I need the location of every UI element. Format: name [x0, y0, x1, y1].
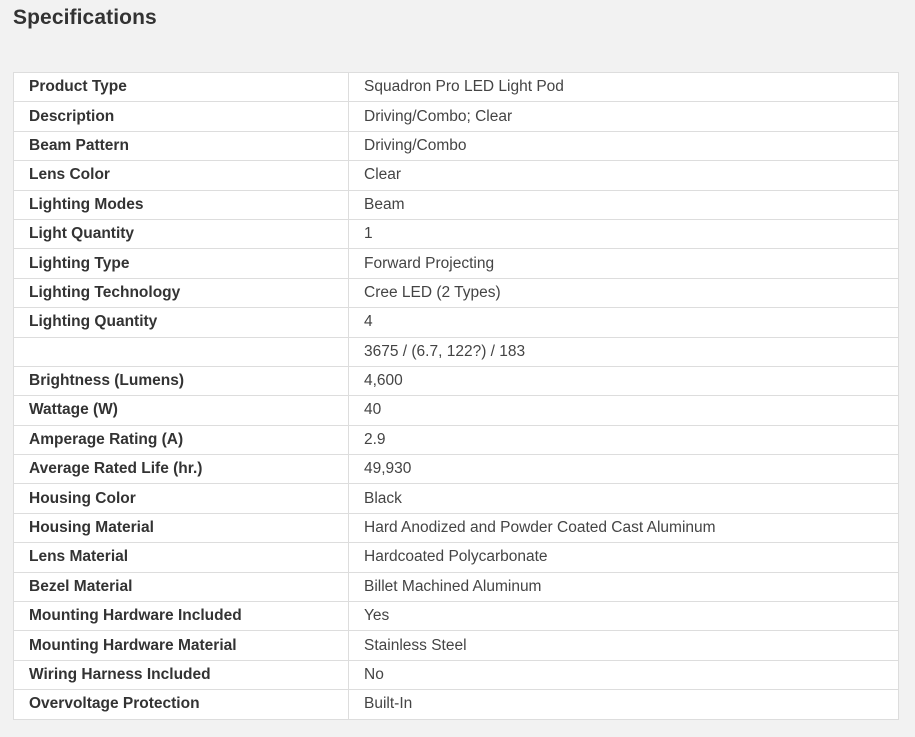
spec-value: Yes: [348, 601, 899, 632]
spec-value: Cree LED (2 Types): [348, 277, 899, 309]
spec-value: 4: [348, 307, 899, 338]
table-row: Light Quantity 1: [13, 218, 899, 250]
spec-label: Light Quantity: [13, 218, 349, 250]
spec-label: Amperage Rating (A): [13, 424, 349, 456]
table-row: Housing Material Hard Anodized and Powder…: [13, 512, 899, 544]
spec-label: Lighting Technology: [13, 277, 349, 309]
spec-value: 4,600: [348, 365, 899, 397]
spec-value: Forward Projecting: [348, 248, 899, 279]
table-row: Mounting Hardware Included Yes: [13, 601, 899, 632]
spec-label: Wattage (W): [13, 395, 349, 426]
spec-value: Driving/Combo: [348, 130, 899, 162]
spec-label: Lighting Quantity: [13, 307, 349, 338]
spec-label: Lighting Type: [13, 248, 349, 279]
table-row: Beam Pattern Driving/Combo: [13, 130, 899, 162]
table-row: Bezel Material Billet Machined Aluminum: [13, 571, 899, 603]
spec-value: Hard Anodized and Powder Coated Cast Alu…: [348, 512, 899, 544]
table-row: Overvoltage Protection Built-In: [13, 689, 899, 720]
spec-value: Black: [348, 483, 899, 514]
table-row: Lighting Type Forward Projecting: [13, 248, 899, 279]
spec-value: Stainless Steel: [348, 630, 899, 661]
spec-label: Bezel Material: [13, 571, 349, 603]
spec-value: No: [348, 659, 899, 691]
table-row: Lighting Modes Beam: [13, 189, 899, 220]
spec-value: Built-In: [348, 689, 899, 720]
spec-label: Mounting Hardware Material: [13, 630, 349, 661]
spec-label: Wiring Harness Included: [13, 659, 349, 691]
spec-label: Beam Pattern: [13, 130, 349, 162]
spec-label: [13, 336, 349, 367]
spec-value: Beam: [348, 189, 899, 220]
spec-label: Product Type: [13, 71, 349, 103]
table-row: Wattage (W) 40: [13, 395, 899, 426]
spec-value: Billet Machined Aluminum: [348, 571, 899, 603]
table-row: Brightness (Lumens) 4,600: [13, 365, 899, 397]
specifications-table: Product Type Squadron Pro LED Light Pod D…: [13, 71, 899, 720]
page-title: Specifications: [13, 6, 157, 29]
specifications-page: Specifications Product Type Squadron Pro …: [0, 0, 915, 737]
spec-label: Brightness (Lumens): [13, 365, 349, 397]
spec-value: Squadron Pro LED Light Pod: [348, 71, 899, 103]
spec-label: Housing Color: [13, 483, 349, 514]
spec-value: Clear: [348, 160, 899, 191]
table-row: Housing Color Black: [13, 483, 899, 514]
spec-label: Mounting Hardware Included: [13, 601, 349, 632]
spec-value: 40: [348, 395, 899, 426]
spec-label: Lighting Modes: [13, 189, 349, 220]
spec-value: Driving/Combo; Clear: [348, 101, 899, 132]
table-row: Lighting Quantity 4: [13, 307, 899, 338]
spec-value: 3675 / (6.7, 122?) / 183: [348, 336, 899, 367]
table-row: Amperage Rating (A) 2.9: [13, 424, 899, 456]
table-row: Lighting Technology Cree LED (2 Types): [13, 277, 899, 309]
table-row: Lens Color Clear: [13, 160, 899, 191]
spec-label: Average Rated Life (hr.): [13, 454, 349, 485]
spec-value: 49,930: [348, 454, 899, 485]
spec-label: Housing Material: [13, 512, 349, 544]
spec-value: Hardcoated Polycarbonate: [348, 542, 899, 573]
table-row: Average Rated Life (hr.) 49,930: [13, 454, 899, 485]
spec-label: Description: [13, 101, 349, 132]
spec-value: 2.9: [348, 424, 899, 456]
table-row: Lens Material Hardcoated Polycarbonate: [13, 542, 899, 573]
table-row: 3675 / (6.7, 122?) / 183: [13, 336, 899, 367]
spec-value: 1: [348, 218, 899, 250]
table-row: Description Driving/Combo; Clear: [13, 101, 899, 132]
spec-label: Lens Color: [13, 160, 349, 191]
spec-label: Overvoltage Protection: [13, 689, 349, 720]
specifications-table-body: Product Type Squadron Pro LED Light Pod D…: [13, 71, 899, 720]
table-row: Wiring Harness Included No: [13, 659, 899, 691]
table-row: Product Type Squadron Pro LED Light Pod: [13, 71, 899, 103]
spec-label: Lens Material: [13, 542, 349, 573]
table-row: Mounting Hardware Material Stainless Stee…: [13, 630, 899, 661]
